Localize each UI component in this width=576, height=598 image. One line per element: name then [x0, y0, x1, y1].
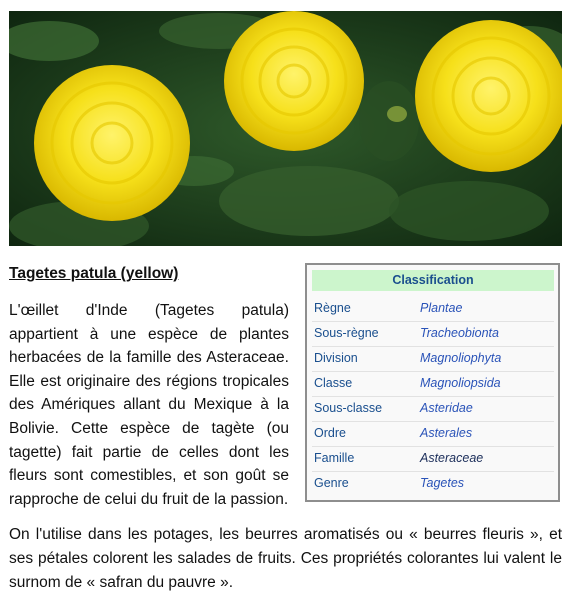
classification-row: Sous-classe Asteridae [312, 396, 554, 422]
rank-label: Classe [314, 376, 353, 390]
article-paragraph-2: On l'utilise dans les potages, les beurr… [9, 526, 562, 591]
flower-left [34, 65, 190, 221]
taxon-link[interactable]: Asterales [420, 426, 472, 440]
marigold-photo [9, 11, 562, 246]
rank-label: Genre [314, 476, 349, 490]
classification-row: Sous-règne Tracheobionta [312, 321, 554, 347]
classification-box: Classification Règne Plantae Sous-règne … [305, 263, 560, 502]
taxon-link[interactable]: Magnoliopsida [420, 376, 501, 390]
taxon-link[interactable]: Asteraceae [420, 451, 483, 465]
taxon-link[interactable]: Plantae [420, 301, 462, 315]
classification-row: Ordre Asterales [312, 421, 554, 447]
taxon-link[interactable]: Asteridae [420, 401, 473, 415]
taxon-link[interactable]: Magnoliophyta [420, 351, 501, 365]
classification-row: Classe Magnoliopsida [312, 371, 554, 397]
rank-label: Sous-classe [314, 401, 383, 415]
classification-row: Division Magnoliophyta [312, 346, 554, 372]
classification-row: Règne Plantae [312, 296, 554, 322]
rank-label: Ordre [314, 426, 346, 440]
article-paragraph-1: L'œillet d'Inde (Tagetes patula) apparti… [9, 302, 289, 508]
taxon-link[interactable]: Tagetes [420, 476, 464, 490]
article-title: Tagetes patula (yellow) [9, 265, 179, 282]
taxon-link[interactable]: Tracheobionta [420, 326, 499, 340]
rank-label: Règne [314, 301, 351, 315]
rank-label: Famille [314, 451, 355, 465]
flower-middle [224, 11, 364, 151]
classification-header: Classification [312, 270, 554, 291]
rank-label: Division [314, 351, 358, 365]
rank-label: Sous-règne [314, 326, 379, 340]
classification-row: Genre Tagetes [312, 471, 554, 496]
flower-right [415, 20, 562, 172]
classification-row: Famille Asteraceae [312, 446, 554, 472]
